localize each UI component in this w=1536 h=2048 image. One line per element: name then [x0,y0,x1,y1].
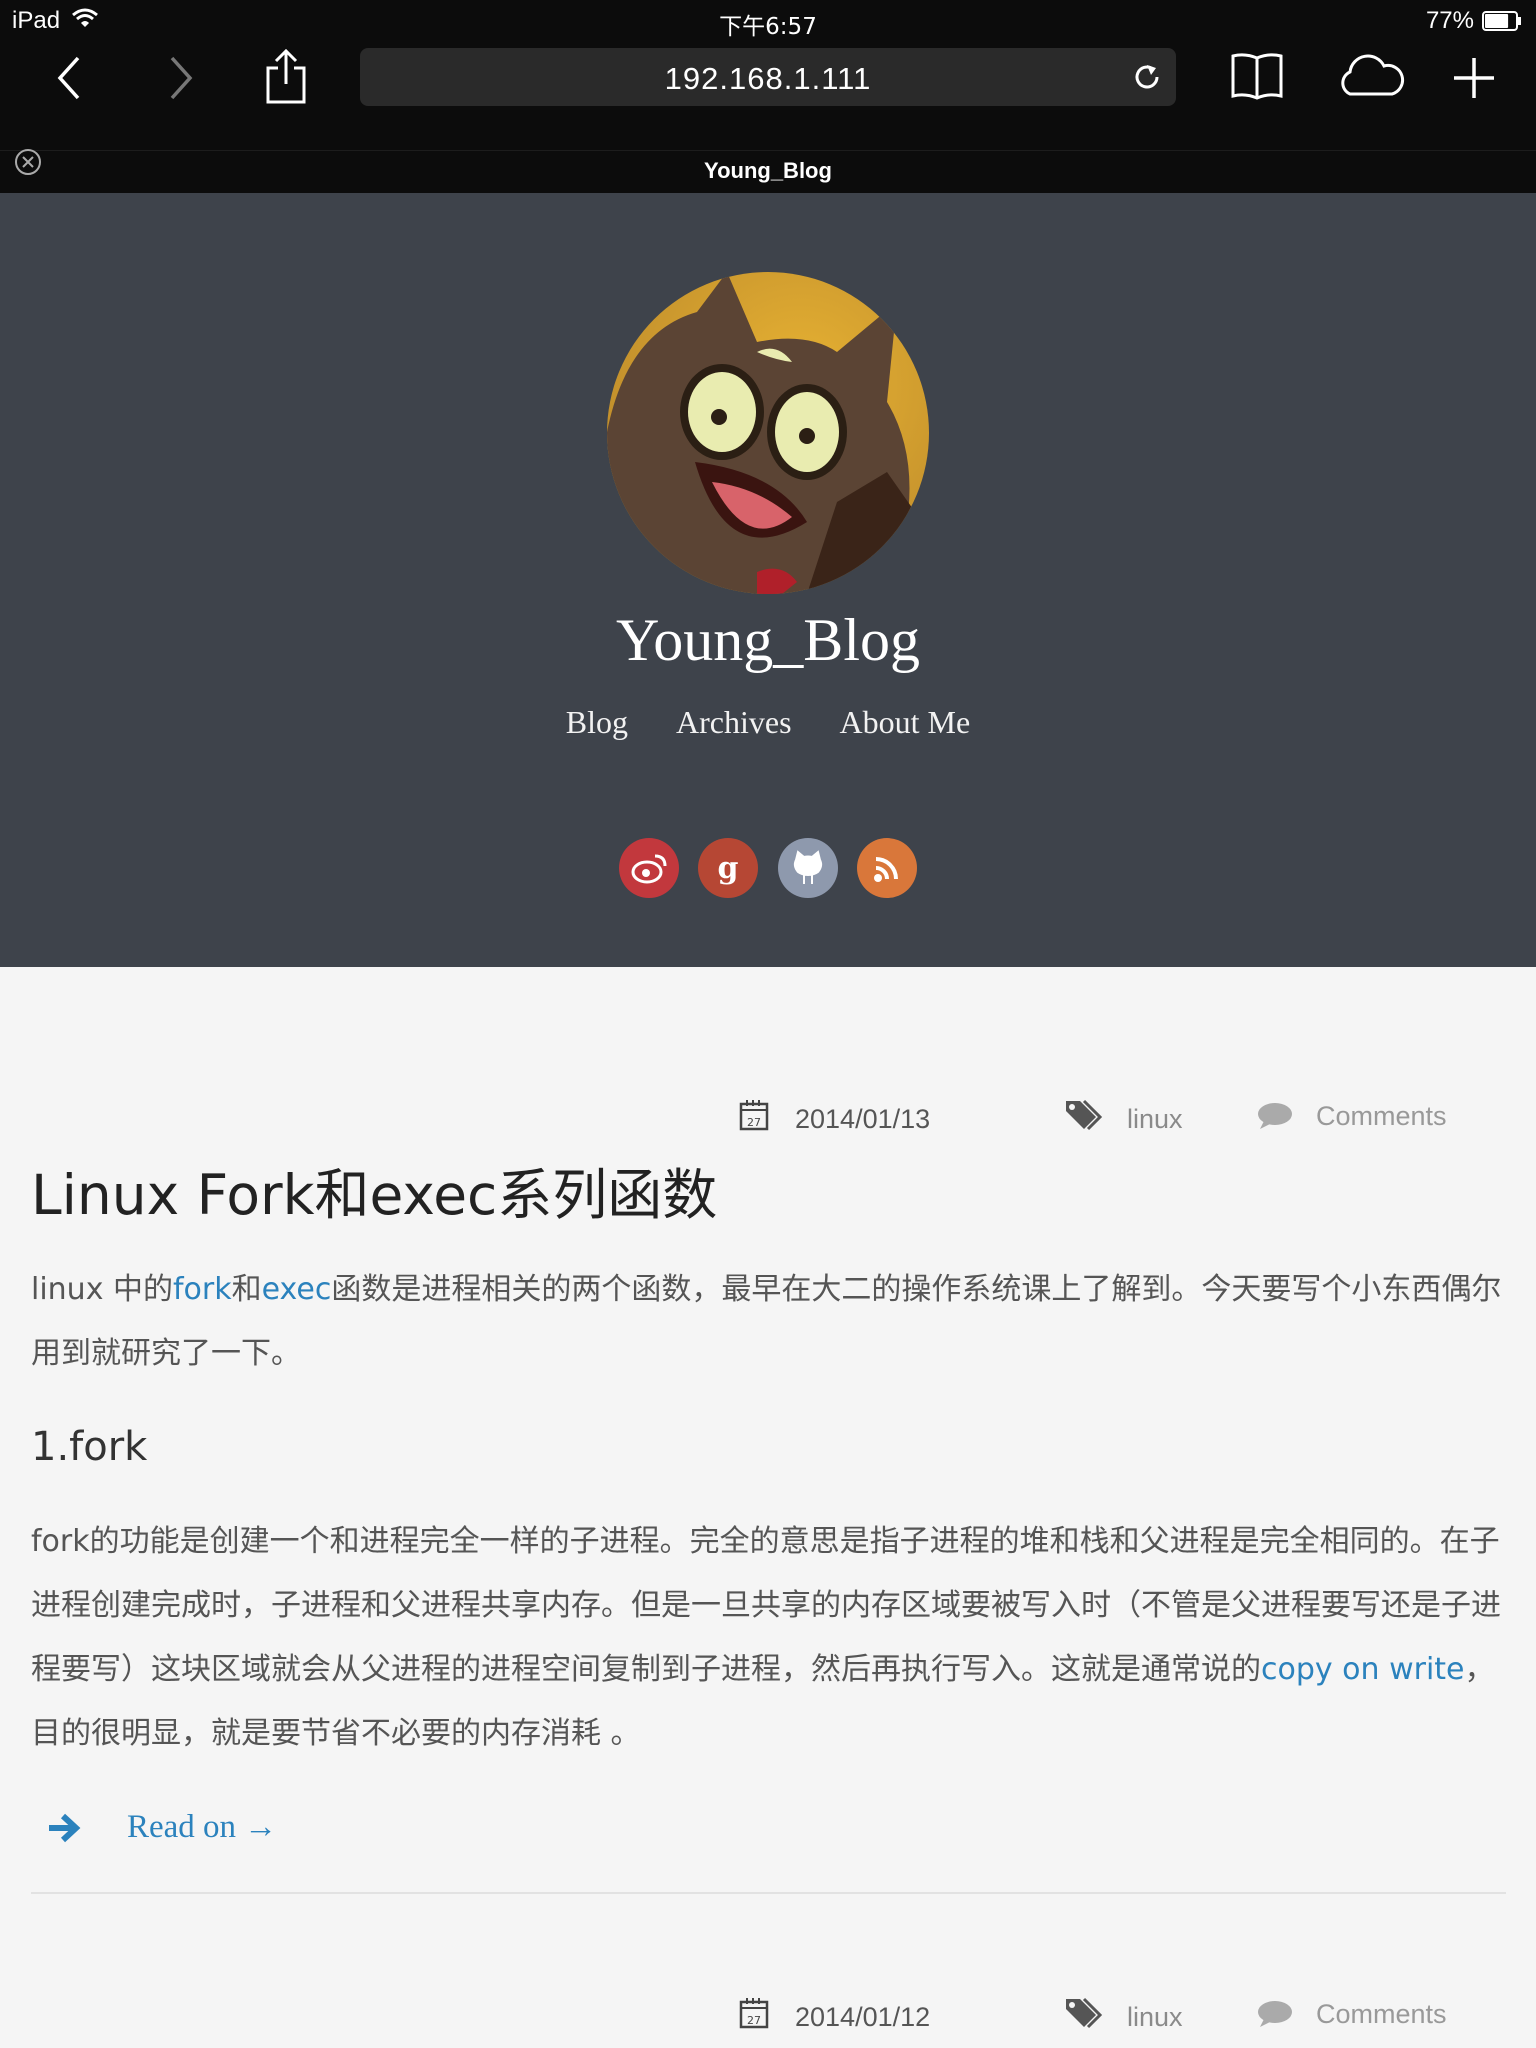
battery-icon [1482,11,1521,31]
post-title[interactable]: Linux Fork和exec系列函数 [31,1150,717,1230]
new-tab-icon[interactable] [1452,56,1496,100]
arrow-right-icon [49,1813,81,1843]
comment-icon [1258,2001,1292,2027]
copy-on-write-link[interactable]: copy on write [1261,1652,1465,1687]
svg-text:g: g [718,851,739,886]
reload-icon[interactable] [1132,62,1162,92]
back-icon[interactable] [54,56,84,100]
post-meta: 27 2014/01/13 linux Comments [31,1097,1506,1137]
bookmarks-icon[interactable] [1230,52,1284,100]
cat-avatar-image [607,272,929,594]
battery-percent: 77% [1425,7,1474,34]
calendar-icon: 27 [739,1100,769,1131]
svg-text:27: 27 [747,1116,761,1129]
site-title[interactable]: Young_Blog [0,606,1536,675]
intro-text: 和 [231,1272,262,1307]
blog-header: Young_Blog Blog Archives About Me g [0,193,1536,967]
nav-about-me[interactable]: About Me [840,704,971,741]
post-date: 2014/01/12 [795,2002,931,2032]
post-meta: 27 2014/01/12 linux Comments [31,1995,1506,2035]
forward-icon[interactable] [166,56,196,100]
avatar[interactable] [607,272,929,594]
github-icon[interactable] [778,838,838,898]
address-bar[interactable]: 192.168.1.111 [360,48,1176,106]
comments-link[interactable]: Comments [1316,1999,1447,2030]
exec-link[interactable]: exec [262,1272,332,1307]
nav-blog[interactable]: Blog [566,704,628,741]
main-nav: Blog Archives About Me [0,704,1536,741]
post-date: 2014/01/13 [795,1104,931,1134]
url-text[interactable]: 192.168.1.111 [360,61,1176,97]
clock: 下午6:57 [719,14,817,40]
post-tag[interactable]: linux [1127,1104,1183,1135]
svg-text:27: 27 [747,2014,761,2027]
post-body: fork的功能是创建一个和进程完全一样的子进程。完全的意思是指子进程的堆和栈和父… [31,1510,1506,1766]
comment-icon [1258,1103,1292,1129]
fork-link[interactable]: fork [173,1272,232,1307]
post-intro: linux 中的fork和exec函数是进程相关的两个函数，最早在大二的操作系统… [31,1258,1506,1386]
icloud-tabs-icon[interactable] [1336,54,1406,98]
google-plus-icon[interactable]: g [698,838,758,898]
intro-text: linux 中的 [31,1272,173,1307]
tab-bar: Young_Blog [0,149,1536,194]
read-on-label[interactable]: Read on → [127,1809,277,1846]
weibo-icon[interactable] [619,838,679,898]
rss-icon[interactable] [857,838,917,898]
status-bar: iPad 下午6:57 77% [0,0,1536,42]
browser-toolbar: 192.168.1.111 [0,42,1536,150]
post-tag[interactable]: linux [1127,2002,1183,2033]
tags-icon [1066,1099,1103,1131]
tags-icon [1066,1997,1103,2029]
section-heading: 1.fork [31,1424,148,1470]
comments-link[interactable]: Comments [1316,1101,1447,1132]
tab-title[interactable]: Young_Blog [0,149,1536,192]
share-icon[interactable] [264,48,308,106]
calendar-icon: 27 [739,1998,769,2029]
nav-archives[interactable]: Archives [676,704,792,741]
post-divider [31,1892,1506,1894]
